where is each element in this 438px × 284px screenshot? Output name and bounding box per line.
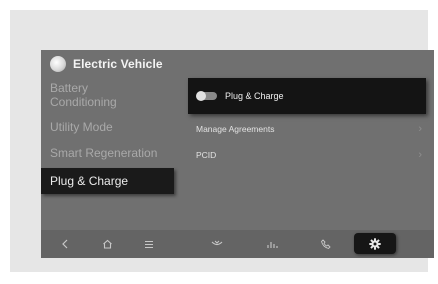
sidebar-item-label-line1: Battery (50, 81, 89, 95)
hvac-icon[interactable] (207, 230, 227, 258)
manage-agreements-row[interactable]: Manage Agreements › (188, 118, 426, 140)
ev-icon (50, 56, 66, 72)
sidebar-item-battery-conditioning[interactable]: Battery Conditioning (50, 81, 117, 109)
menu-icon[interactable] (139, 230, 159, 258)
pcid-label: PCID (196, 150, 217, 160)
toggle-label: Plug & Charge (225, 91, 284, 101)
plug-and-charge-toggle-row[interactable]: Plug & Charge (188, 78, 426, 114)
sidebar-item-smart-regeneration[interactable]: Smart Regeneration (50, 146, 157, 160)
chevron-right-icon: › (418, 123, 422, 135)
bottom-nav-bar (41, 230, 434, 258)
app-title: Electric Vehicle (73, 57, 163, 71)
media-icon[interactable] (262, 230, 282, 258)
sidebar-menu: Battery Conditioning Utility Mode Smart … (41, 78, 177, 230)
sidebar-item-utility-mode[interactable]: Utility Mode (50, 120, 113, 134)
settings-panel: Plug & Charge Manage Agreements › PCID › (178, 78, 434, 230)
settings-button[interactable] (354, 233, 396, 254)
pcid-row[interactable]: PCID › (188, 144, 426, 166)
home-icon[interactable] (97, 230, 117, 258)
chevron-right-icon: › (418, 149, 422, 161)
sidebar-item-label-line2: Conditioning (50, 95, 117, 109)
infotainment-screen: Electric Vehicle Battery Conditioning Ut… (41, 50, 434, 258)
toggle-knob (196, 91, 206, 101)
photo-frame: Electric Vehicle Battery Conditioning Ut… (10, 10, 434, 272)
plug-and-charge-toggle[interactable] (196, 91, 217, 101)
settings-icon (369, 237, 381, 250)
sidebar-item-plug-and-charge[interactable]: Plug & Charge (41, 168, 174, 194)
back-icon[interactable] (55, 230, 75, 258)
top-bar: Electric Vehicle (41, 50, 434, 78)
manage-agreements-label: Manage Agreements (196, 124, 275, 134)
phone-icon[interactable] (316, 230, 336, 258)
